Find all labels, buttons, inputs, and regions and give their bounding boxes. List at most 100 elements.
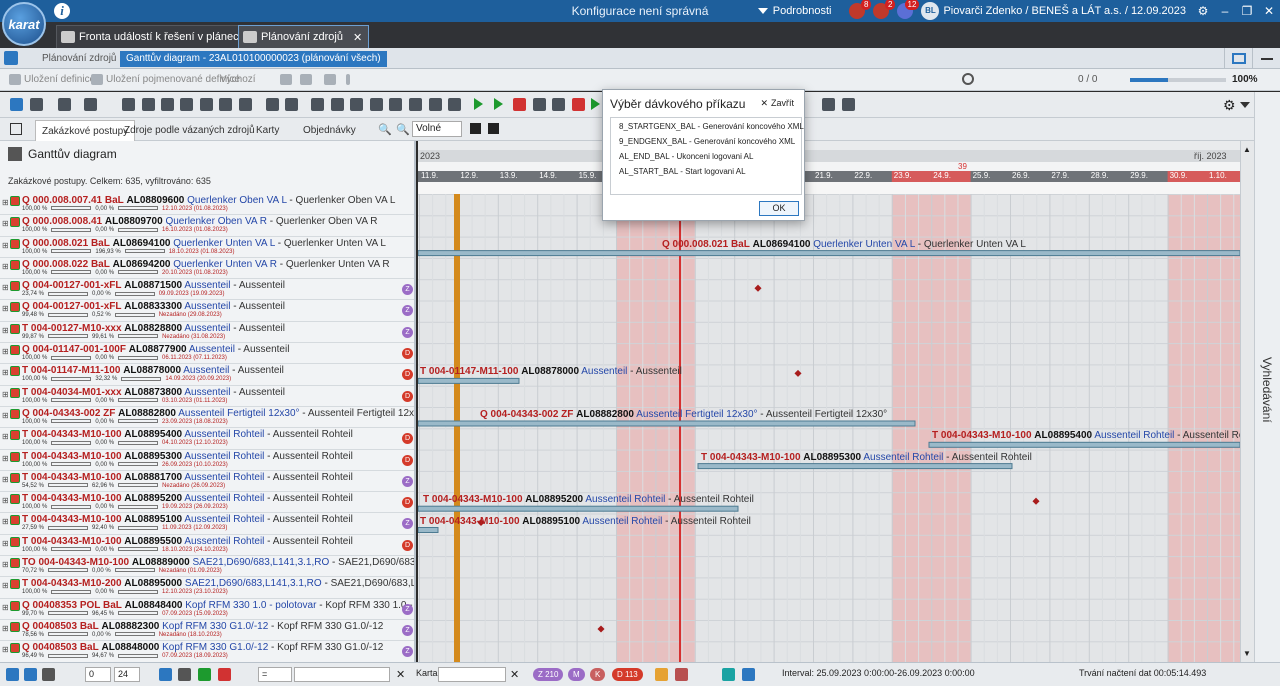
expand-icon[interactable]: ⊞ — [2, 304, 9, 313]
scroll-down-icon[interactable]: ▼ — [1243, 649, 1251, 658]
tools-icon[interactable] — [409, 98, 422, 111]
play-icon[interactable] — [474, 98, 483, 110]
toolbar-icon[interactable] — [280, 74, 292, 85]
copy-icon[interactable] — [161, 98, 174, 111]
view-icon[interactable] — [24, 668, 37, 681]
calendar-icon[interactable] — [389, 98, 402, 111]
table-row[interactable]: ⊞ Q 004-04343-002 ZF AL08882800 Aussentei… — [0, 407, 414, 429]
expand-icon[interactable]: ⊞ — [2, 368, 9, 377]
table-row[interactable]: ⊞ Q 004-00127-001-xFL AL08833300 Aussente… — [0, 300, 414, 322]
gear-icon[interactable]: ⚙ — [1192, 4, 1214, 18]
save-icon[interactable] — [142, 98, 155, 111]
view-icon[interactable] — [42, 668, 55, 681]
expand-icon[interactable]: ⊞ — [2, 539, 9, 548]
toolbar-icon[interactable] — [324, 74, 336, 85]
zoom-in-icon[interactable]: 🔍 — [396, 123, 410, 136]
users-icon[interactable] — [285, 98, 298, 111]
search-sidebar[interactable]: Vyhledávání — [1254, 92, 1280, 662]
expand-icon[interactable]: ⊞ — [2, 262, 9, 271]
page-select[interactable]: 0 — [85, 667, 111, 682]
gantt-chart[interactable]: 11.9.12.9.13.9.14.9.15.9.16.9.17.9.18.9.… — [418, 141, 1240, 662]
print-icon[interactable] — [448, 98, 461, 111]
expand-icon[interactable]: ⊞ — [2, 241, 9, 250]
expand-icon[interactable]: ⊞ — [2, 326, 9, 335]
tab-orders[interactable]: Objednávky — [297, 120, 362, 141]
stop-icon[interactable] — [513, 98, 526, 111]
table-row[interactable]: ⊞ T 004-04343-M10-100 AL08895500 Aussente… — [0, 535, 414, 557]
ok-button[interactable]: OK — [759, 201, 799, 216]
export-icon[interactable] — [429, 98, 442, 111]
details-button[interactable]: Podrobnosti — [757, 5, 831, 17]
notification-icon-1[interactable]: 8 — [849, 0, 872, 19]
table-row[interactable]: ⊞ T 004-01147-M11-100 AL08878000 Aussente… — [0, 364, 414, 386]
operator-select[interactable]: = — [258, 667, 292, 682]
search-icon[interactable] — [962, 73, 974, 85]
list-item[interactable]: 8_STARTGENX_BAL - Generování koncového X… — [611, 118, 804, 133]
expand-icon[interactable]: ⊞ — [2, 496, 9, 505]
zoom-slider[interactable] — [1130, 78, 1226, 82]
status-pill-z[interactable]: Z 210 — [533, 668, 564, 681]
breadcrumb-item-planning[interactable]: Plánování zdrojů — [42, 51, 117, 67]
table-row[interactable]: ⊞ T 004-04343-M10-100 AL08895200 Aussente… — [0, 492, 414, 514]
info-icon[interactable] — [331, 98, 344, 111]
table-row[interactable]: ⊞ T 004-04343-M10-100 AL08881700 Aussente… — [0, 471, 414, 493]
vertical-scrollbar[interactable]: ▲ ▼ — [1240, 141, 1254, 662]
definition-select[interactable]: Výchozí — [220, 74, 256, 85]
toolbar-icon[interactable] — [300, 74, 312, 85]
gantt-bar-label[interactable]: T 004-04343-M10-100 AL08895400 Aussentei… — [932, 430, 1240, 441]
expand-icon[interactable]: ⊞ — [2, 432, 9, 441]
green-icon[interactable] — [198, 668, 211, 681]
skip-icon[interactable] — [552, 98, 565, 111]
filter-input[interactable] — [294, 667, 390, 682]
status-pill-d[interactable]: D 113 — [612, 668, 643, 681]
minus-button[interactable] — [470, 123, 481, 134]
user-info[interactable]: BL Piovarči Zdenko / BENEŠ a LÁT a.s. / … — [921, 2, 1186, 20]
reload-icon[interactable] — [239, 98, 252, 111]
skip-icon[interactable] — [533, 98, 546, 111]
zoom-mode-select[interactable]: Volné — [412, 121, 462, 137]
table-row[interactable]: ⊞ T 004-04343-M10-100 AL08895400 Aussente… — [0, 428, 414, 450]
gantt-bar-label[interactable]: T 004-04343-M10-100 AL08895300 Aussentei… — [701, 452, 1032, 463]
expand-icon[interactable]: ⊞ — [2, 475, 9, 484]
list-item[interactable]: 9_ENDGENX_BAL - Generování koncového XML — [611, 133, 801, 148]
tab-cards[interactable]: Karty — [250, 120, 285, 141]
collapse-icon[interactable] — [1252, 48, 1280, 69]
status-pill-m[interactable]: M — [568, 668, 585, 681]
lock-icon[interactable] — [4, 51, 18, 65]
notification-icon-3[interactable]: 12 — [897, 0, 920, 19]
close-button[interactable]: ✕ — [1258, 4, 1280, 18]
clear-filter-icon[interactable]: ✕ — [396, 668, 405, 681]
scroll-up-icon[interactable]: ▲ — [1243, 145, 1251, 154]
table-row[interactable]: ⊞ T 004-04343-M10-200 AL08895000 SAE21,D6… — [0, 577, 414, 599]
expand-icon[interactable]: ⊞ — [2, 645, 9, 654]
minimize-button[interactable]: – — [1214, 4, 1236, 18]
expand-icon[interactable]: ⊞ — [2, 347, 9, 356]
list-view-icon[interactable] — [10, 98, 23, 111]
gantt-bar-label[interactable]: Q 000.008.021 BaL AL08694100 Querlenker … — [662, 239, 1026, 250]
table-row[interactable]: ⊞ T 004-04343-M10-100 AL08895100 Aussente… — [0, 513, 414, 535]
table-row[interactable]: ⊞ TO 004-04343-M10-100 AL08889000 SAE21,D… — [0, 556, 414, 578]
expand-icon[interactable]: ⊞ — [2, 198, 9, 207]
link-icon[interactable] — [822, 98, 835, 111]
filter-icon[interactable] — [655, 668, 668, 681]
save-definition-button[interactable]: Uložení definice — [24, 74, 95, 85]
table-row[interactable]: ⊞ Q 004-01147-001-100F AL08877900 Aussent… — [0, 343, 414, 365]
table-row[interactable]: ⊞ T 004-04034-M01-xxx AL08873800 Aussente… — [0, 386, 414, 407]
sync-icon[interactable] — [219, 98, 232, 111]
filter-icon[interactable] — [742, 668, 755, 681]
karat-logo[interactable]: karat — [2, 2, 46, 46]
gantt-bar-label[interactable]: T 004-04343-M10-100 AL08895100 Aussentei… — [420, 516, 751, 527]
filter-icon[interactable] — [675, 668, 688, 681]
refresh-icon[interactable] — [200, 98, 213, 111]
filter-icon[interactable] — [722, 668, 735, 681]
expand-icon[interactable]: ⊞ — [2, 411, 9, 420]
expand-icon[interactable] — [842, 98, 855, 111]
milestone-marker[interactable] — [1032, 497, 1040, 505]
grid-icon[interactable] — [178, 668, 191, 681]
expand-icon[interactable]: ⊞ — [2, 454, 9, 463]
tab-resource-planning[interactable]: Plánování zdrojů ✕ — [238, 25, 370, 48]
view-icon[interactable] — [6, 668, 19, 681]
zoom-out-icon[interactable]: 🔍 — [378, 123, 392, 136]
split-view-icon[interactable] — [30, 98, 43, 111]
dialog-close-button[interactable]: ✕ Zavřít — [760, 98, 794, 109]
